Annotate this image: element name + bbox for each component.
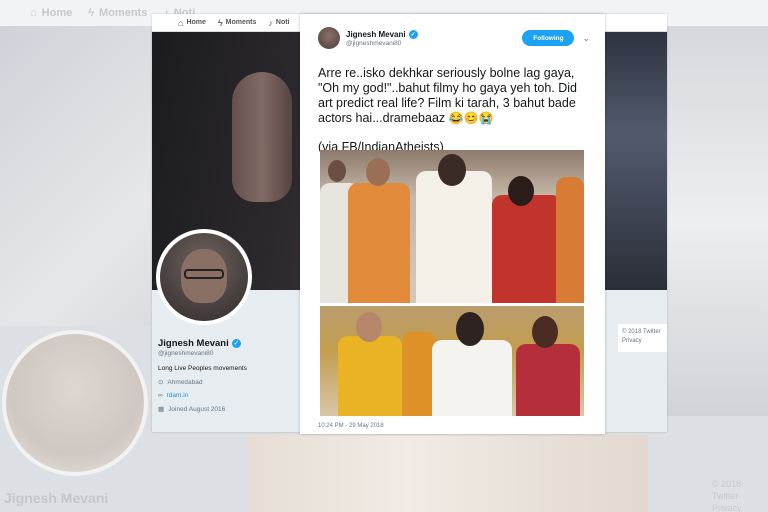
photo-figure [516,344,580,416]
nav-moments-label: Moments [225,19,257,26]
nav-home-label: Home [186,19,206,26]
profile-name[interactable]: Jignesh Mevani [158,338,229,349]
banner-ear-image [232,72,292,202]
profile-bio: Long Live Peoples movements [158,365,247,372]
avatar-glasses [184,269,224,279]
photo-head [328,160,346,182]
backdrop-nav-moments: ϟ Moments [88,7,147,19]
backdrop-nav-home: ⌂ Home [30,7,72,19]
profile-location-text: Ahmedabad [167,378,203,386]
following-button[interactable]: Following [522,30,575,46]
tweet-text: Arre re..isko dekhkar seriously bolne la… [318,66,593,126]
profile-sidebar: Jignesh Mevani ✓ @jigneshmevani80 Long L… [152,290,300,432]
photo-head [438,154,466,186]
location-icon: ⊙ [158,379,164,386]
backdrop-avatar [2,330,148,476]
photo-figure [402,332,436,416]
tweet-photo-bottom[interactable] [320,306,584,416]
backdrop-privacy: Privacy [712,503,742,512]
profile-website-link[interactable]: rdam.in [167,392,189,399]
bolt-icon: ϟ [88,7,95,19]
profile-location: ⊙ Ahmedabad [158,378,294,387]
photo-head [532,316,558,348]
tweet-header: Jignesh Mevani ✓ @jigneshmevani80 Follow… [318,24,590,52]
photo-figure [416,171,492,303]
banner-right-image [602,32,667,290]
photo-figure [492,195,562,303]
nav-home[interactable]: ⌂ Home [178,18,206,28]
tweet-author-avatar[interactable] [318,27,340,49]
backdrop-footer: © 2018 Twitter Privacy [712,478,768,512]
photo-figure [348,183,410,303]
tweet-card: Jignesh Mevani ✓ @jigneshmevani80 Follow… [300,14,605,434]
backdrop-home-label: Home [41,7,73,19]
verified-icon: ✓ [231,339,241,348]
tweet-timestamp[interactable]: 10:24 PM - 29 May 2018 [318,423,384,429]
photo-head [456,312,484,346]
calendar-icon: ▦ [158,406,165,413]
profile-handle: @jigneshmevani80 [158,350,214,357]
profile-name-row: Jignesh Mevani ✓ [158,338,294,349]
photo-figure [338,336,402,416]
profile-website: ∞ rdam.in [158,392,294,399]
nav-notifications-label: Noti [275,19,290,26]
nav-notifications[interactable]: ♪ Noti [268,18,289,28]
tweet-text-body: Arre re..isko dekhkar seriously bolne la… [318,66,578,125]
photo-figure [556,177,584,303]
tweet-author-handle: @jigneshmevani80 [346,39,402,47]
backdrop-name: Jignesh Mevani [4,490,109,506]
backdrop-photo [248,435,648,512]
chevron-down-icon[interactable]: ⌄ [582,33,590,44]
verified-icon: ✓ [408,29,418,39]
home-icon: ⌂ [30,7,37,19]
tweet-emojis: 😂😊😭 [448,111,494,125]
tweet-author: Jignesh Mevani ✓ @jigneshmevani80 [346,29,522,47]
backdrop-moments-label: Moments [99,7,148,19]
backdrop-copyright: © 2018 Twitter [712,479,742,501]
nav-moments[interactable]: ϟ Moments [218,18,257,28]
bolt-icon: ϟ [217,17,223,28]
home-icon: ⌂ [178,17,184,28]
profile-footer-copyright: © 2018 Twitter [622,329,661,335]
tweet-author-name[interactable]: Jignesh Mevani [346,30,406,39]
profile-joined: ▦ Joined August 2016 [158,405,294,414]
profile-footer-privacy[interactable]: Privacy [622,337,664,346]
photo-figure [432,340,512,416]
profile-footer-box: © 2018 Twitter Privacy [618,324,667,352]
bell-icon: ♪ [268,17,273,28]
profile-joined-text: Joined August 2016 [168,405,226,413]
tweet-photo-top[interactable] [320,150,584,303]
link-icon: ∞ [158,392,163,399]
tweet-author-name-row: Jignesh Mevani ✓ [346,29,522,39]
photo-head [508,176,534,206]
photo-head [356,312,382,342]
photo-head [366,158,390,186]
